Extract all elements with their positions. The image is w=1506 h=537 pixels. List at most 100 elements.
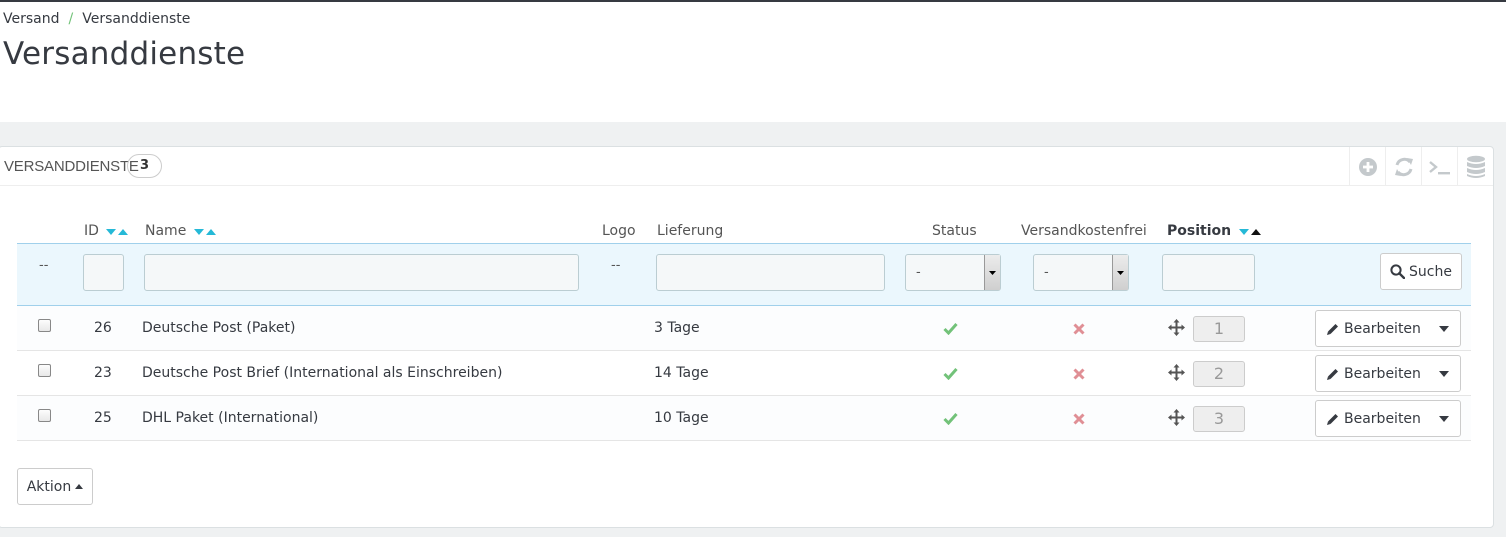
edit-button-label: Bearbeiten [1344,365,1421,382]
panel-title: VERSANDDIENSTE [4,158,139,175]
position-field[interactable]: 2 [1193,361,1245,387]
status-filter-value: - [916,265,921,280]
column-header-position: Position [1167,223,1261,239]
delivery-filter-input[interactable] [656,254,885,291]
column-label-id: ID [84,223,99,239]
page-title: Versanddienste [3,36,246,72]
row-delivery: 10 Tage [654,410,709,426]
search-button[interactable]: Suche [1380,253,1462,290]
select-arrow-icon [984,255,1000,290]
sql-query-button[interactable] [1421,147,1457,186]
table-row: 25 DHL Paket (International) 10 Tage 3 B… [17,396,1471,441]
filter-row: -- -- - - Suche [17,243,1471,306]
export-database-icon [1466,155,1485,178]
check-icon[interactable] [943,367,958,380]
breadcrumb-current: Versanddienste [82,11,191,27]
sort-controls [193,223,216,239]
sort-asc-icon[interactable] [118,229,129,235]
pencil-icon [1327,368,1338,380]
sort-desc-icon[interactable] [106,229,117,235]
refresh-icon [1394,157,1413,176]
sort-desc-icon[interactable] [1238,229,1249,235]
search-button-label: Suche [1409,263,1452,280]
sql-query-icon [1428,160,1450,174]
row-id: 23 [94,365,112,381]
page-header: Versand / Versanddienste Versanddienste [0,2,1506,122]
breadcrumb: Versand / Versanddienste [3,11,190,27]
row-delivery: 3 Tage [654,320,700,336]
free-shipping-filter-select[interactable]: - [1033,254,1129,291]
table-row: 23 Deutsche Post Brief (International al… [17,351,1471,396]
logo-filter-placeholder: -- [611,258,621,273]
row-actions-dropdown[interactable] [1428,311,1460,346]
edit-button[interactable]: Bearbeiten [1316,401,1430,436]
pencil-icon [1327,413,1338,425]
drag-move-icon[interactable] [1168,364,1185,381]
id-filter-input[interactable] [83,254,124,291]
free-shipping-filter-value: - [1044,265,1049,280]
chevron-down-icon [1439,370,1449,377]
column-header-free-shipping: Versandkostenfrei [1021,223,1147,239]
row-actions-dropdown[interactable] [1428,401,1460,436]
row-actions-group: Bearbeiten [1315,400,1461,437]
column-label-position: Position [1167,223,1232,239]
drag-move-icon[interactable] [1168,319,1185,336]
search-icon [1390,264,1406,279]
row-delivery: 14 Tage [654,365,709,381]
row-name: DHL Paket (International) [142,410,319,426]
add-icon [1358,157,1377,176]
edit-button-label: Bearbeiten [1344,320,1421,337]
row-name: Deutsche Post Brief (International als E… [142,365,503,381]
edit-button[interactable]: Bearbeiten [1316,311,1430,346]
position-field[interactable]: 1 [1193,316,1245,342]
refresh-list-button[interactable] [1385,147,1421,186]
name-filter-input[interactable] [144,254,579,291]
drag-move-icon[interactable] [1168,409,1185,426]
column-header-delivery: Lieferung [657,223,724,239]
check-icon[interactable] [943,412,958,425]
status-filter-select[interactable]: - [905,254,1001,291]
row-actions-group: Bearbeiten [1315,355,1461,392]
table-row: 26 Deutsche Post (Paket) 3 Tage 1 Bearbe… [17,306,1471,351]
sort-asc-icon[interactable] [1250,229,1261,235]
cross-icon[interactable] [1073,368,1085,380]
row-id: 26 [94,320,112,336]
row-checkbox[interactable] [38,319,51,332]
caret-up-icon [75,484,84,489]
check-icon[interactable] [943,322,958,335]
column-header-logo: Logo [602,223,636,239]
sort-controls [106,223,129,239]
panel-heading: VERSANDDIENSTE 3 [0,147,1493,186]
row-checkbox[interactable] [38,364,51,377]
pencil-icon [1327,323,1338,335]
add-new-button[interactable] [1349,147,1385,186]
edit-button[interactable]: Bearbeiten [1316,356,1430,391]
export-button[interactable] [1457,147,1493,186]
breadcrumb-parent[interactable]: Versand [3,11,60,27]
sort-controls [1238,223,1261,239]
cross-icon[interactable] [1073,323,1085,335]
column-header-id: ID [84,223,129,239]
chevron-down-icon [1439,415,1449,422]
sort-desc-icon[interactable] [193,229,204,235]
column-header-status: Status [932,223,977,239]
column-header-name: Name [145,223,216,239]
row-id: 25 [94,410,112,426]
bulk-action-button[interactable]: Aktion [17,468,93,505]
edit-button-label: Bearbeiten [1344,410,1421,427]
row-actions-dropdown[interactable] [1428,356,1460,391]
bulk-action-label: Aktion [26,478,72,495]
row-checkbox[interactable] [38,409,51,422]
row-name: Deutsche Post (Paket) [142,320,296,336]
carriers-panel: VERSANDDIENSTE 3 ID Name Logo Lieferung … [0,146,1494,528]
sort-asc-icon[interactable] [205,229,216,235]
row-actions-group: Bearbeiten [1315,310,1461,347]
position-filter-input[interactable] [1162,254,1255,291]
column-label-name: Name [145,223,187,239]
position-field[interactable]: 3 [1193,406,1245,432]
chevron-down-icon [1439,325,1449,332]
cross-icon[interactable] [1073,413,1085,425]
breadcrumb-separator: / [68,11,74,27]
bulk-filter-placeholder: -- [39,258,49,273]
count-badge: 3 [127,154,162,178]
